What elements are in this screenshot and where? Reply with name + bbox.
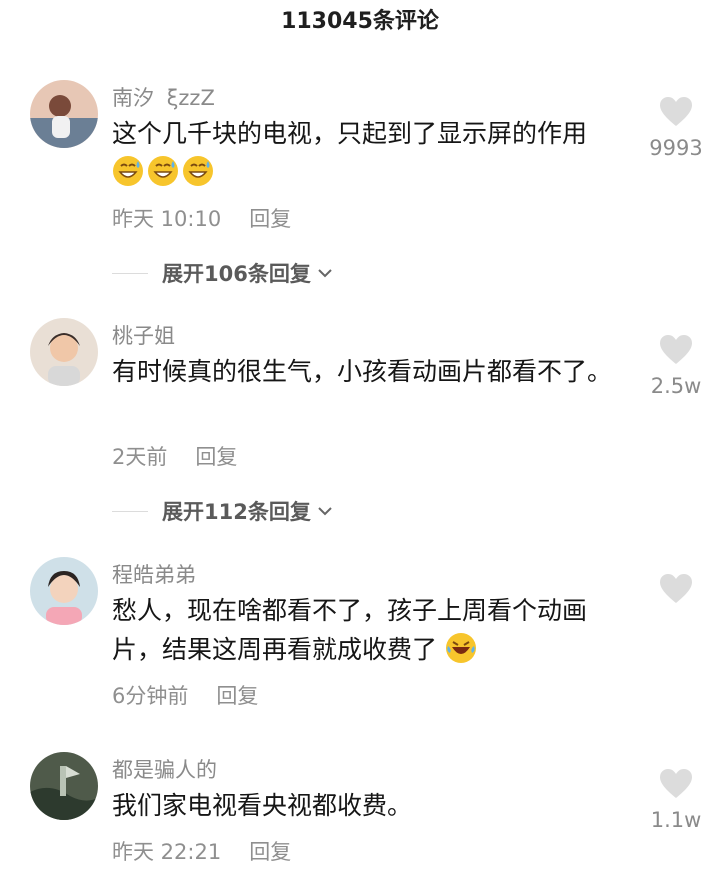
comment-meta: 昨天 10:10 回复 bbox=[112, 203, 291, 233]
heart-icon bbox=[660, 335, 692, 364]
comment-body: 这个几千块的电视，只起到了显示屏的作用 bbox=[112, 119, 588, 148]
comment-time: 6分钟前 bbox=[112, 684, 189, 708]
chevron-down-icon bbox=[318, 507, 332, 516]
like-button[interactable]: 2.5w bbox=[636, 334, 716, 398]
heart-icon bbox=[660, 574, 692, 603]
comment-body: 愁人，现在啥都看不了，孩子上周看个动画片，结果这周再看就成收费了 bbox=[112, 596, 588, 664]
username[interactable]: 桃子姐 bbox=[112, 320, 175, 350]
reply-button[interactable]: 回复 bbox=[249, 840, 291, 864]
comment-meta: 昨天 22:21 回复 bbox=[112, 836, 291, 866]
chevron-down-icon bbox=[318, 269, 332, 278]
reply-button[interactable]: 回复 bbox=[216, 684, 258, 708]
divider-line bbox=[112, 272, 148, 274]
grinning-sweat-emoji-icon bbox=[112, 155, 144, 187]
username[interactable]: 南汐 ξzzZ bbox=[112, 82, 215, 112]
comments-count-title: 113045条评论 bbox=[281, 9, 439, 34]
avatar[interactable] bbox=[30, 318, 98, 386]
like-count: 2.5w bbox=[650, 374, 702, 398]
divider-line bbox=[112, 510, 148, 512]
username-text: 南汐 bbox=[112, 86, 154, 110]
grinning-sweat-emoji-icon bbox=[182, 155, 214, 187]
comment-time: 昨天 22:21 bbox=[112, 840, 222, 864]
like-count: 9993 bbox=[649, 136, 703, 160]
comment-time: 昨天 10:10 bbox=[112, 207, 222, 231]
grinning-sweat-emoji-icon bbox=[147, 155, 179, 187]
like-button[interactable]: 9993 bbox=[636, 96, 716, 160]
username[interactable]: 都是骗人的 bbox=[112, 754, 217, 784]
like-button[interactable]: 1.1w bbox=[636, 768, 716, 832]
like-count: 1.1w bbox=[650, 808, 702, 832]
comment-text: 我们家电视看央视都收费。 bbox=[112, 791, 413, 820]
avatar[interactable] bbox=[30, 557, 98, 625]
laughing-tears-emoji-icon bbox=[445, 632, 477, 664]
comment-meta: 6分钟前 回复 bbox=[112, 680, 258, 710]
heart-icon bbox=[660, 97, 692, 126]
comment-text: 愁人，现在啥都看不了，孩子上周看个动画片，结果这周再看就成收费了 bbox=[112, 591, 622, 669]
avatar[interactable] bbox=[30, 80, 98, 148]
comment-meta: 2天前 回复 bbox=[112, 441, 237, 471]
heart-icon bbox=[660, 769, 692, 798]
expand-replies-button[interactable]: 展开112条回复 bbox=[112, 496, 333, 526]
username-suffix: ξzzZ bbox=[166, 86, 215, 110]
like-button[interactable] bbox=[636, 573, 716, 613]
expand-replies-button[interactable]: 展开106条回复 bbox=[112, 258, 333, 288]
reply-button[interactable]: 回复 bbox=[249, 207, 291, 231]
expand-label: 展开106条回复 bbox=[162, 262, 311, 286]
comment-time: 2天前 bbox=[112, 445, 168, 469]
expand-label: 展开112条回复 bbox=[162, 500, 311, 524]
username[interactable]: 程皓弟弟 bbox=[112, 559, 196, 589]
avatar[interactable] bbox=[30, 752, 98, 820]
comment-text: 这个几千块的电视，只起到了显示屏的作用 bbox=[112, 114, 622, 192]
reply-button[interactable]: 回复 bbox=[195, 445, 237, 469]
comment-text: 有时候真的很生气，小孩看动画片都看不了。 bbox=[112, 357, 613, 386]
